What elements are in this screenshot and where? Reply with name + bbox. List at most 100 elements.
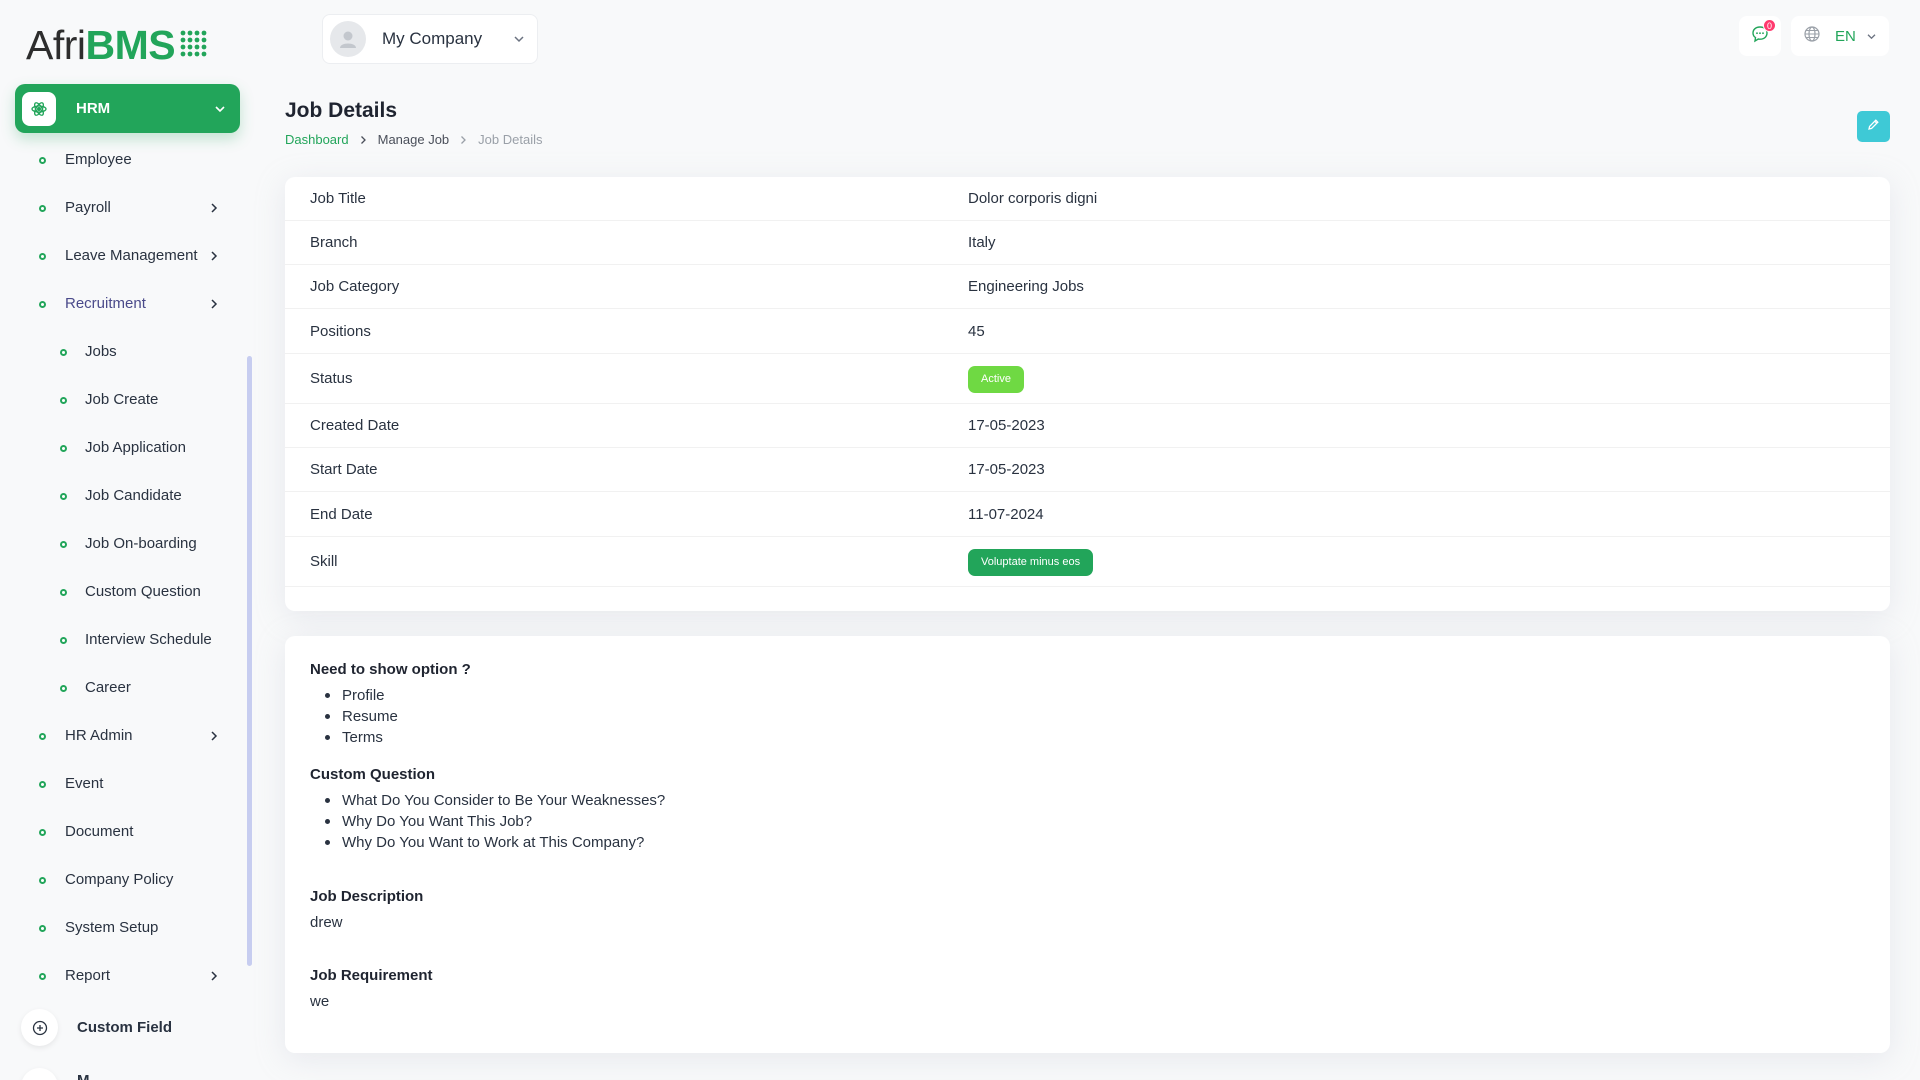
detail-row: Job Category Engineering Jobs xyxy=(285,265,1890,309)
sidebar-item-label: Employee xyxy=(65,151,132,168)
bullet-icon xyxy=(39,973,46,980)
logo-grid-icon xyxy=(179,22,211,69)
sidebar-item-label: Report xyxy=(65,967,111,984)
brand-logo[interactable]: Afri BMS xyxy=(26,22,211,69)
bullet-icon xyxy=(39,781,46,788)
detail-value: 17-05-2023 xyxy=(968,461,1045,478)
detail-key: Positions xyxy=(310,322,371,340)
detail-row: Branch Italy xyxy=(285,221,1890,265)
breadcrumb-current: Job Details xyxy=(478,132,543,147)
detail-value: Engineering Jobs xyxy=(968,278,1084,295)
sidebar-item-label: Job Candidate xyxy=(85,487,182,504)
plus-circle-icon xyxy=(21,1009,58,1046)
sidebar-item-job-on-boarding[interactable]: Job On-boarding xyxy=(0,520,256,568)
language-selector[interactable]: EN xyxy=(1791,16,1889,56)
sidebar-item-report[interactable]: Report xyxy=(0,952,256,1000)
sidebar-item-job-candidate[interactable]: Job Candidate xyxy=(0,472,256,520)
job-options-card: Need to show option ? Profile Resume Ter… xyxy=(285,636,1890,1053)
bullet-icon xyxy=(39,877,46,884)
detail-key: Created Date xyxy=(310,417,400,434)
sidebar-item-hr-admin[interactable]: HR Admin xyxy=(0,712,256,760)
sidebar-item-payroll[interactable]: Payroll xyxy=(0,184,256,232)
job-description-text: drew xyxy=(310,914,343,931)
status-badge: Active xyxy=(968,365,1024,393)
custom-question-title: Custom Question xyxy=(310,766,436,783)
chevron-right-icon xyxy=(210,297,218,314)
page-title: Job Details xyxy=(285,99,398,122)
pencil-icon xyxy=(1867,118,1880,136)
sidebar-module-hrm[interactable]: HRM xyxy=(15,84,240,133)
detail-row: Job Title Dolor corporis digni xyxy=(285,177,1890,221)
detail-row: Created Date 17-05-2023 xyxy=(285,404,1890,448)
list-item: Terms xyxy=(325,727,398,748)
sidebar-module-icon-partial[interactable] xyxy=(21,1068,58,1080)
job-requirement-text: we xyxy=(310,993,330,1010)
detail-value: Active xyxy=(968,365,1024,393)
messages-button[interactable]: 0 xyxy=(1739,16,1781,56)
bullet-icon xyxy=(60,349,67,356)
chevron-right-icon xyxy=(210,729,218,746)
sidebar-item-label: Interview Schedule xyxy=(85,631,212,648)
detail-key: Skill xyxy=(310,553,338,570)
detail-row: Status Active xyxy=(285,354,1890,404)
sidebar-item-label: Job Create xyxy=(85,391,159,408)
detail-row: Positions 45 xyxy=(285,309,1890,354)
chevron-right-icon xyxy=(210,969,218,986)
bullet-icon xyxy=(39,925,46,932)
detail-key: Start Date xyxy=(310,461,378,478)
sidebar-module-label: HRM xyxy=(76,100,111,117)
detail-value: 45 xyxy=(968,322,985,340)
detail-key: End Date xyxy=(310,505,373,523)
chevron-right-icon xyxy=(360,135,367,145)
sidebar-item-system-setup[interactable]: System Setup xyxy=(0,904,256,952)
detail-row: Skill Voluptate minus eos xyxy=(285,537,1890,587)
sidebar-item-document[interactable]: Document xyxy=(0,808,256,856)
list-item: Resume xyxy=(325,708,398,725)
job-details-card: Job Title Dolor corporis digni Branch Italy… xyxy=(285,177,1890,611)
sidebar-item-label: System Setup xyxy=(65,919,159,936)
show-options-list: Profile Resume Terms xyxy=(325,685,398,748)
globe-icon xyxy=(1803,25,1821,48)
sidebar-item-label: Job On-boarding xyxy=(85,535,197,552)
detail-value: Dolor corporis digni xyxy=(968,190,1098,207)
sidebar-item-company-policy[interactable]: Company Policy xyxy=(0,856,256,904)
company-selector[interactable]: My Company xyxy=(322,14,538,64)
breadcrumb: Dashboard Manage Job Job Details xyxy=(285,132,542,147)
sidebar-item-event[interactable]: Event xyxy=(0,760,256,808)
sidebar-item-label: HR Admin xyxy=(65,727,133,744)
sidebar-item-label: Custom Question xyxy=(85,583,201,600)
sidebar-item-job-application[interactable]: Job Application xyxy=(0,424,256,472)
breadcrumb-manage-job[interactable]: Manage Job xyxy=(378,132,450,147)
detail-value: Italy xyxy=(968,234,996,251)
bullet-icon xyxy=(60,637,67,644)
sidebar-item-employee[interactable]: Employee xyxy=(0,136,256,184)
skill-badge: Voluptate minus eos xyxy=(968,548,1094,576)
edit-job-button[interactable] xyxy=(1857,111,1890,142)
sidebar-item-jobs[interactable]: Jobs xyxy=(0,328,256,376)
sidebar-item-career[interactable]: Career xyxy=(0,664,256,712)
custom-question-list: What Do You Consider to Be Your Weakness… xyxy=(324,790,666,853)
bullet-icon xyxy=(39,829,46,836)
user-avatar-icon xyxy=(330,21,366,57)
atom-icon xyxy=(22,91,56,126)
list-item: Profile xyxy=(325,685,398,706)
detail-key: Branch xyxy=(310,234,358,251)
company-name: My Company xyxy=(382,29,483,48)
sidebar-item-leave-management[interactable]: Leave Management xyxy=(0,232,256,280)
sidebar-item-recruitment[interactable]: Recruitment xyxy=(0,280,256,328)
chevron-right-icon xyxy=(460,135,467,145)
sidebar-item-job-create[interactable]: Job Create xyxy=(0,376,256,424)
sidebar-item-custom-question[interactable]: Custom Question xyxy=(0,568,256,616)
sidebar-item-label: Event xyxy=(65,775,104,792)
bullet-icon xyxy=(60,397,67,404)
sidebar-item-interview-schedule[interactable]: Interview Schedule xyxy=(0,616,256,664)
bullet-icon xyxy=(39,157,46,164)
list-item: What Do You Consider to Be Your Weakness… xyxy=(324,792,666,809)
sidebar-item-label: Leave Management xyxy=(65,247,198,264)
breadcrumb-dashboard[interactable]: Dashboard xyxy=(285,132,349,147)
sidebar-scrollbar[interactable] xyxy=(247,356,252,966)
sidebar-item-label: Custom Field xyxy=(77,1019,173,1036)
sidebar-item-custom-field[interactable]: Custom Field xyxy=(21,1009,172,1046)
bullet-icon xyxy=(60,493,67,500)
bullet-icon xyxy=(39,205,46,212)
